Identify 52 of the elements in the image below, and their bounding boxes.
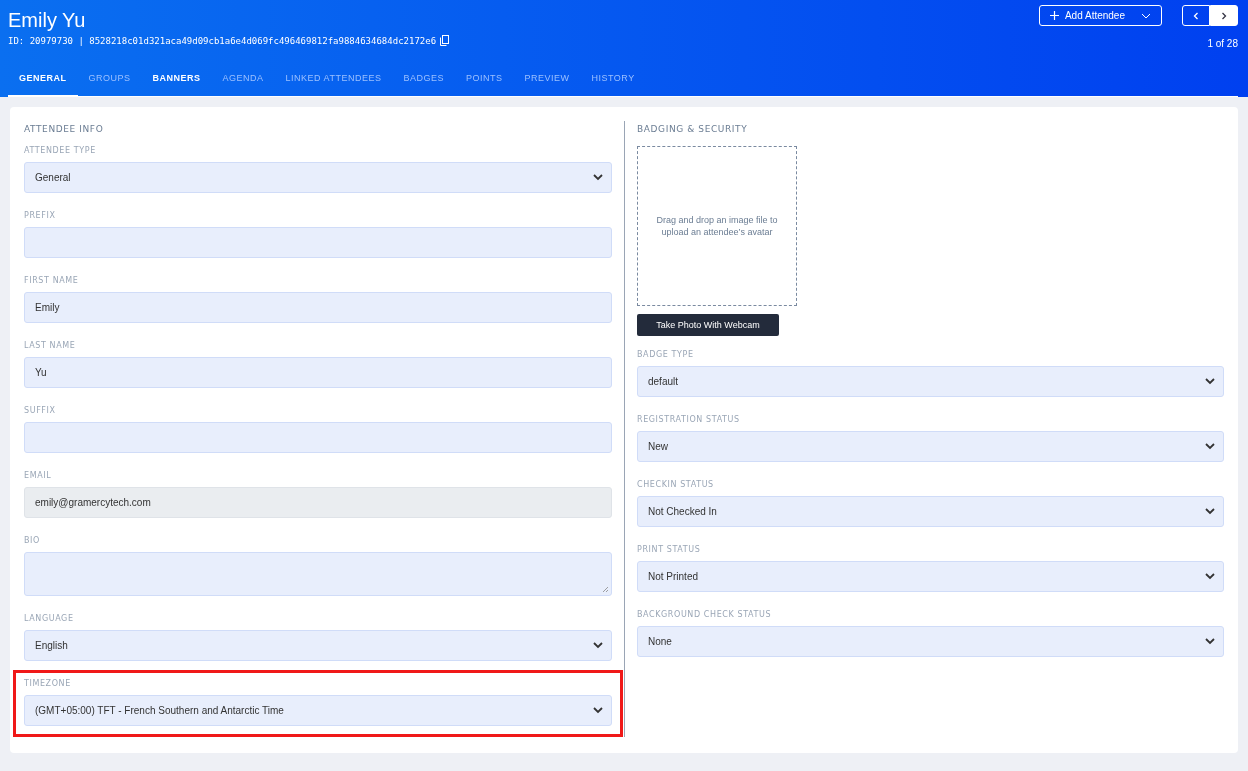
- resize-handle-icon[interactable]: [602, 586, 609, 593]
- field-label: CHECKIN STATUS: [637, 480, 715, 489]
- section-heading: BADGING & SECURITY: [637, 124, 749, 134]
- select-field[interactable]: Not Printed: [637, 561, 1224, 592]
- chevron-down-icon: [1205, 638, 1215, 645]
- tab[interactable]: GENERAL: [8, 61, 78, 97]
- chevron-down-icon: [1205, 573, 1215, 580]
- select-field[interactable]: Not Checked In: [637, 496, 1224, 527]
- next-button[interactable]: [1210, 5, 1238, 26]
- chevron-down-icon: [1141, 12, 1151, 19]
- field-label: BIO: [24, 536, 41, 545]
- field-label: LANGUAGE: [24, 614, 75, 623]
- webcam-button[interactable]: Take Photo With Webcam: [637, 314, 779, 336]
- field-label: TIMEZONE: [24, 679, 72, 688]
- input-field[interactable]: Emily: [24, 292, 612, 323]
- field-label: BACKGROUND CHECK STATUS: [637, 610, 773, 619]
- select-field[interactable]: (GMT+05:00) TFT - French Southern and Antarctic Time: [24, 695, 612, 726]
- field-label: PREFIX: [24, 211, 57, 220]
- record-counter: 1 of 28: [1207, 38, 1238, 49]
- select-field[interactable]: None: [637, 626, 1224, 657]
- chevron-down-icon: [1205, 508, 1215, 515]
- textarea-field[interactable]: [24, 552, 612, 596]
- select-field[interactable]: English: [24, 630, 612, 661]
- section-heading: ATTENDEE INFO: [24, 124, 105, 134]
- field-label: EMAIL: [24, 471, 53, 480]
- attendee-name: Emily Yu: [8, 9, 87, 32]
- field-label: SUFFIX: [24, 406, 57, 415]
- chevron-down-icon: [1205, 443, 1215, 450]
- field-label: FIRST NAME: [24, 276, 80, 285]
- avatar-dropzone[interactable]: Drag and drop an image file to upload an attendee’s avatar: [637, 146, 797, 306]
- plus-icon: [1049, 11, 1059, 20]
- field-label: LAST NAME: [24, 341, 77, 350]
- attendee-id: ID: 20979730 | 8528218c01d321aca49d09cb1a6e4d069fc496469812fa9884634684dc2172e6: [8, 35, 437, 46]
- chevron-down-icon: [1205, 378, 1215, 385]
- add-attendee-button[interactable]: Add Attendee: [1038, 5, 1162, 26]
- chevron-right-icon: [1221, 11, 1227, 20]
- chevron-down-icon: [593, 642, 603, 649]
- select-field[interactable]: default: [637, 366, 1224, 397]
- tab[interactable]: BANNERS: [141, 61, 212, 97]
- field-label: BADGE TYPE: [637, 350, 695, 359]
- select-field[interactable]: General: [24, 162, 612, 193]
- select-field[interactable]: New: [637, 431, 1224, 462]
- chevron-down-icon: [593, 707, 603, 714]
- input-field[interactable]: Yu: [24, 357, 612, 388]
- field-label: PRINT STATUS: [637, 545, 702, 554]
- input-field[interactable]: [24, 422, 612, 453]
- chevron-down-icon: [593, 174, 603, 181]
- chevron-left-icon: [1193, 11, 1199, 20]
- input-field[interactable]: [24, 227, 612, 258]
- copy-icon[interactable]: [440, 35, 450, 46]
- field-label: REGISTRATION STATUS: [637, 415, 741, 424]
- field-label: ATTENDEE TYPE: [24, 146, 97, 155]
